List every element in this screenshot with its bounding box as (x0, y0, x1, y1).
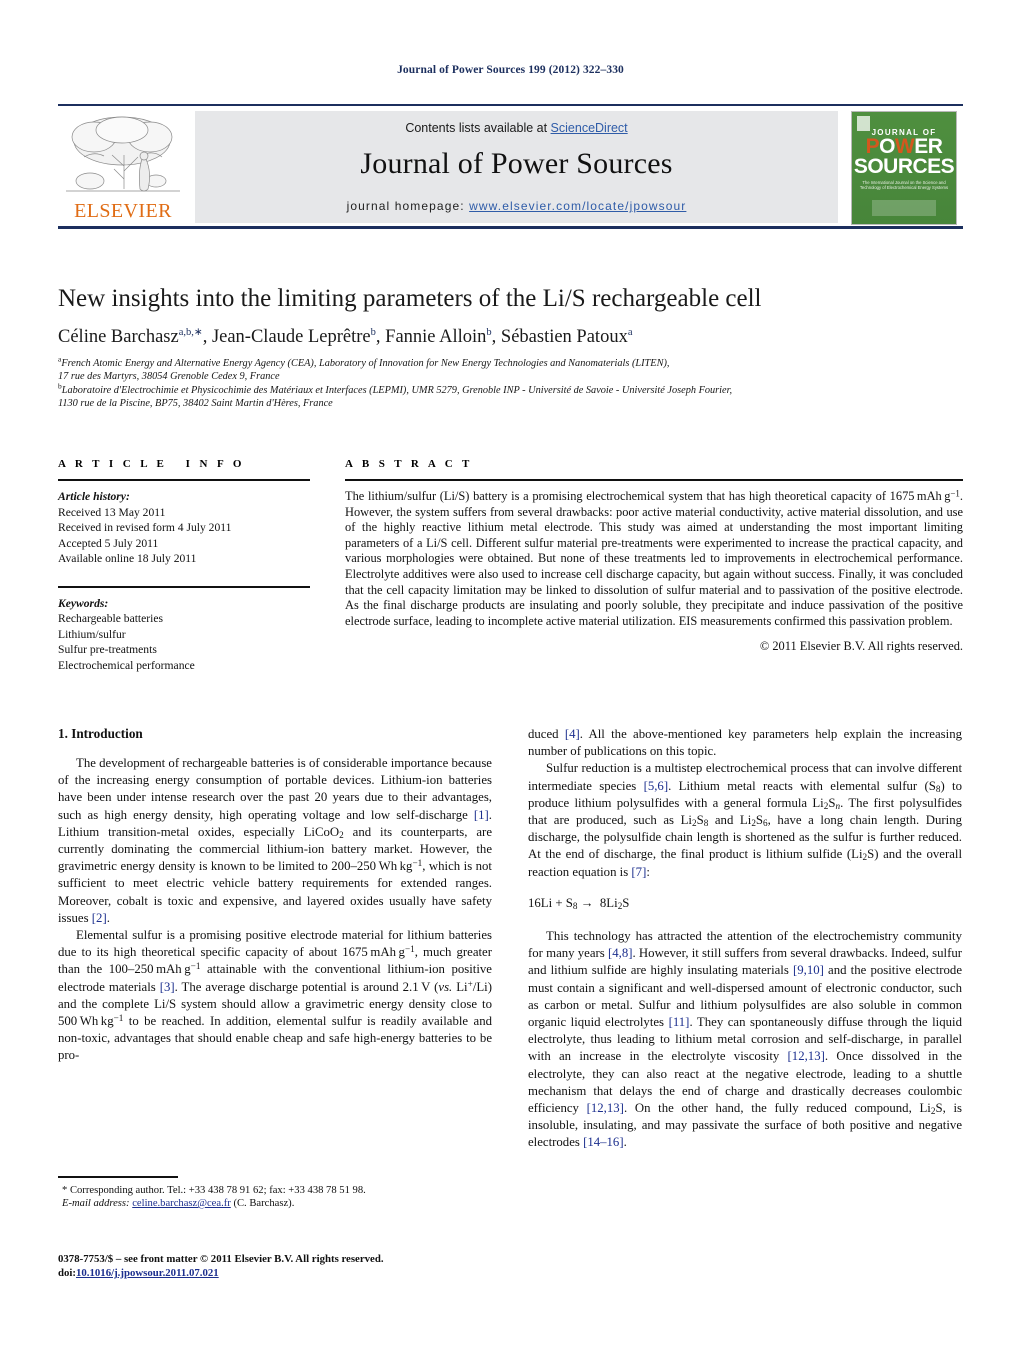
abstract-copyright: © 2011 Elsevier B.V. All rights reserved… (759, 639, 963, 654)
homepage-prefix: journal homepage: (346, 199, 470, 213)
article-history-label: Article history: (58, 490, 130, 503)
journal-homepage-link[interactable]: www.elsevier.com/locate/jpowsour (469, 199, 686, 213)
masthead-band: Contents lists available at ScienceDirec… (195, 111, 838, 223)
citation-ref[interactable]: [7] (631, 865, 646, 879)
citation-ref[interactable]: [4] (565, 727, 580, 741)
email-link[interactable]: celine.barchasz@cea.fr (132, 1198, 231, 1209)
citation-ref[interactable]: [14–16] (583, 1135, 624, 1149)
citation-ref[interactable]: [12,13] (587, 1101, 624, 1115)
citation-ref[interactable]: [11] (669, 1015, 690, 1029)
citation-ref[interactable]: [1] (474, 808, 489, 822)
masthead-bottom-rule (58, 226, 963, 229)
reaction-equation: 16Li + S8 → 8Li2S (528, 895, 630, 911)
author-list: Céline Barchasza,b,∗, Jean-Claude Leprêt… (58, 326, 633, 347)
author-marks: a (627, 326, 633, 338)
citation-ref[interactable]: [2] (92, 911, 107, 925)
journal-masthead: ELSEVIER Contents lists available at Sci… (58, 104, 963, 229)
journal-homepage-line: journal homepage: www.elsevier.com/locat… (195, 199, 838, 213)
body-paragraph: duced [4]. All the above-mentioned key p… (528, 727, 962, 759)
running-head: Journal of Power Sources 199 (2012) 322–… (397, 64, 624, 76)
sciencedirect-link[interactable]: ScienceDirect (551, 121, 628, 135)
abstract-text: The lithium/sulfur (Li/S) battery is a p… (345, 488, 963, 628)
author-name: Fannie Alloin (385, 327, 487, 347)
email-note: E-mail address: celine.barchasz@cea.fr (… (58, 1197, 492, 1210)
abstract-section: A B S T R A C T The lithium/sulfur (Li/S… (345, 458, 963, 655)
article-history-item: Available online 18 July 2011 (58, 552, 197, 566)
article-history-item: Received in revised form 4 July 2011 (58, 521, 232, 535)
article-history-item: Accepted 5 July 2011 (58, 536, 159, 550)
keyword-item: Electrochemical performance (58, 658, 195, 672)
abstract-heading: A B S T R A C T (345, 458, 473, 470)
journal-cover-thumbnail: JOURNAL OF POWER SOURCES The Internation… (851, 111, 957, 225)
footnote-area: * Corresponding author. Tel.: +33 438 78… (58, 1176, 492, 1210)
affiliation-line: French Atomic Energy and Alternative Ene… (61, 358, 670, 369)
email-attribution: (C. Barchasz). (233, 1197, 295, 1209)
article-info-section: A R T I C L E I N F O Article history: R… (58, 458, 310, 674)
affiliation: bLaboratoire d'Electrochimie et Physicoc… (58, 382, 963, 397)
citation-ref[interactable]: [12,13] (788, 1049, 825, 1063)
cover-line-3: SOURCES (853, 155, 955, 178)
author-name: Sébastien Patoux (500, 327, 628, 347)
body-paragraph: Elemental sulfur is a promising positive… (58, 928, 492, 1063)
keywords-rule (58, 585, 310, 588)
citation-ref[interactable]: [5,6] (644, 779, 669, 793)
email-label: E-mail address: (62, 1197, 130, 1209)
doi-line: doi:10.1016/j.jpowsour.2011.07.021 (58, 1266, 498, 1280)
masthead-top-rule (58, 104, 963, 106)
body-paragraph: Sulfur reduction is a multistep electroc… (528, 761, 963, 879)
affiliation: aFrench Atomic Energy and Alternative En… (58, 355, 963, 370)
contents-available-line: Contents lists available at ScienceDirec… (195, 121, 838, 135)
issn-front-matter: 0378-7753/$ – see front matter © 2011 El… (58, 1253, 384, 1265)
cover-subtitle: The International Journal on the Science… (859, 180, 949, 191)
author-name: Céline Barchasz (58, 327, 179, 347)
article-info-heading: A R T I C L E I N F O (58, 458, 245, 470)
affiliation-list: aFrench Atomic Energy and Alternative En… (58, 355, 963, 411)
footnote-rule (58, 1176, 178, 1178)
keyword-item: Lithium/sulfur (58, 627, 126, 641)
title-block: New insights into the limiting parameter… (58, 284, 963, 411)
keyword-item: Rechargeable batteries (58, 612, 164, 626)
body-column-right: duced [4]. All the above-mentioned key p… (528, 726, 962, 1152)
article-info-rule (58, 479, 310, 481)
author-marks: a,b,∗ (178, 326, 203, 338)
citation-ref[interactable]: [9,10] (793, 963, 824, 977)
author-marks: b (486, 326, 492, 338)
citation-ref[interactable]: [3] (160, 980, 175, 994)
affiliation-address: 17 rue des Martyrs, 38054 Grenoble Cedex… (58, 371, 280, 383)
cover-footer-mark (872, 200, 936, 216)
elsevier-wordmark: ELSEVIER (74, 200, 172, 222)
keyword-item: Sulfur pre-treatments (58, 643, 157, 657)
body-column-left: 1. Introduction The development of recha… (58, 726, 492, 1065)
article-page: Journal of Power Sources 199 (2012) 322–… (0, 0, 1021, 1351)
citation-ref[interactable]: [4,8] (608, 946, 633, 960)
imprint-block: 0378-7753/$ – see front matter © 2011 El… (58, 1252, 498, 1280)
doi-link[interactable]: 10.1016/j.jpowsour.2011.07.021 (76, 1267, 219, 1279)
cover-line-2: POWER (865, 135, 943, 158)
author-name: Jean-Claude Leprêtre (211, 327, 371, 347)
keywords-label: Keywords: (58, 596, 109, 610)
author-marks: b (370, 326, 376, 338)
journal-title: Journal of Power Sources (360, 147, 673, 180)
elsevier-tree-icon (66, 116, 180, 192)
affiliation-line: Laboratoire d'Electrochimie et Physicoch… (61, 384, 733, 396)
body-paragraph: The development of rechargeable batterie… (58, 756, 493, 925)
section-heading-introduction: 1. Introduction (58, 726, 143, 741)
affiliation-address: 1130 rue de la Piscine, BP75, 38402 Sain… (58, 398, 333, 410)
paper-title: New insights into the limiting parameter… (58, 285, 762, 312)
doi-label: doi: (58, 1267, 76, 1280)
article-history-item: Received 13 May 2011 (58, 505, 166, 519)
corresponding-author-note: * Corresponding author. Tel.: +33 438 78… (62, 1184, 366, 1196)
elsevier-logo: ELSEVIER (60, 111, 186, 223)
body-paragraph: This technology has attracted the attent… (528, 929, 962, 1150)
abstract-rule (345, 479, 963, 481)
contents-prefix: Contents lists available at (405, 121, 551, 135)
